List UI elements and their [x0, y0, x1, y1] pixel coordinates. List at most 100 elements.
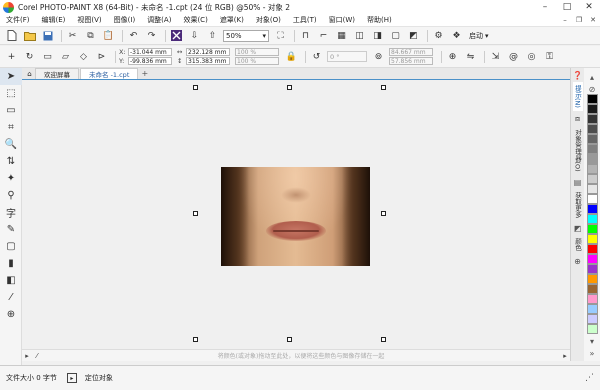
color-swatch[interactable] — [586, 314, 598, 324]
color-eyedropper-icon[interactable]: ⁄ — [0, 289, 22, 306]
selection-handle-bottom-right[interactable] — [381, 337, 386, 342]
color-swatch[interactable] — [586, 324, 598, 334]
eyedropper-icon[interactable]: ⁄ — [32, 352, 42, 360]
menu-help[interactable]: 帮助(H) — [367, 15, 392, 25]
scroll-right-icon[interactable]: ▸ — [560, 352, 570, 360]
color-swatch[interactable] — [586, 104, 598, 114]
paint-tool-icon[interactable]: ✎ — [0, 221, 22, 238]
color-swatch[interactable] — [586, 244, 598, 254]
new-document-icon[interactable] — [4, 29, 19, 43]
export-icon[interactable]: ⇧ — [205, 29, 220, 43]
rotation-center-icon[interactable]: ⊚ — [371, 50, 386, 64]
options-gear-icon[interactable]: ⚙ — [431, 29, 446, 43]
docker-tab-object-manager[interactable]: 对象管理器(O) — [573, 126, 583, 175]
home-icon[interactable]: ⌂ — [24, 68, 35, 79]
width-input[interactable]: 232.128 mm — [186, 48, 230, 56]
doc-restore-button[interactable]: ❐ — [572, 16, 586, 24]
y-position-input[interactable]: -99.836 mm — [128, 57, 172, 65]
full-screen-preview-icon[interactable]: ⛶ — [273, 29, 288, 43]
flip-icon[interactable]: ⇋ — [463, 50, 478, 64]
rectangle-mask-icon[interactable]: ▭ — [0, 102, 22, 119]
rulers-icon[interactable]: ⌐ — [316, 29, 331, 43]
lock-ratio-icon[interactable]: 🔒 — [284, 50, 299, 64]
redo-icon[interactable]: ↷ — [144, 29, 159, 43]
crosshair-icon[interactable]: ⊕ — [445, 50, 460, 64]
play-icon[interactable]: ▸ — [66, 373, 77, 383]
color-swatch[interactable] — [586, 264, 598, 274]
menu-adjust[interactable]: 调整(A) — [147, 15, 171, 25]
palette-scroll-down-icon[interactable]: ▾ — [590, 337, 594, 346]
scale-height-input[interactable]: 100 % — [235, 57, 279, 65]
docker-tab-get-more[interactable]: 获取更多 — [573, 189, 583, 221]
color-swatch[interactable] — [586, 114, 598, 124]
rotation-angle-input[interactable]: 0 ° — [327, 51, 367, 62]
tab-welcome-screen[interactable]: 欢迎屏幕 — [35, 68, 79, 79]
selection-handle-bottom-middle[interactable] — [287, 337, 292, 342]
docker-tab-color[interactable]: 颜色 — [573, 235, 583, 254]
color-swatch[interactable] — [586, 254, 598, 264]
color-swatch[interactable] — [586, 274, 598, 284]
perspective-mode-icon[interactable]: ⊳ — [94, 50, 109, 64]
save-icon[interactable] — [40, 29, 55, 43]
undo-icon[interactable]: ↶ — [126, 29, 141, 43]
face-photo-image[interactable] — [221, 167, 370, 266]
copy-icon[interactable]: ⧉ — [83, 29, 98, 43]
color-swatch[interactable] — [586, 174, 598, 184]
paste-icon[interactable]: 📋 — [101, 29, 116, 43]
menu-mask[interactable]: 遮罩(K) — [220, 15, 244, 25]
zoom-level-select[interactable]: 50% ▾ — [223, 29, 269, 42]
doc-minimize-button[interactable]: – — [558, 16, 572, 24]
launch-label[interactable]: 启动 — [469, 31, 483, 41]
menu-edit[interactable]: 编辑(E) — [42, 15, 66, 25]
doc-close-button[interactable]: ✕ — [586, 16, 600, 24]
color-swatch[interactable] — [586, 164, 598, 174]
application-launcher-icon[interactable]: ❖ — [449, 29, 464, 43]
object-marquee-icon[interactable]: ◩ — [406, 29, 421, 43]
pick-tool-icon[interactable]: ➤ — [0, 68, 22, 85]
height-input[interactable]: 315.383 mm — [186, 57, 230, 65]
transform-icon[interactable]: ⇲ — [488, 50, 503, 64]
zoom-tool-icon[interactable]: 🔍 — [0, 136, 22, 153]
color-swatch[interactable] — [586, 204, 598, 214]
selection-handle-top-middle[interactable] — [287, 85, 292, 90]
selection-handle-bottom-left[interactable] — [193, 337, 198, 342]
color-swatch[interactable] — [586, 294, 598, 304]
palette-scroll-up-icon[interactable]: ▴ — [590, 73, 594, 82]
transparency-tool-icon[interactable]: ◧ — [0, 272, 22, 289]
corel-connect-icon[interactable] — [169, 29, 184, 43]
cut-icon[interactable]: ✂ — [65, 29, 80, 43]
lock-object-icon[interactable]: ⚿ — [542, 50, 557, 64]
color-swatch[interactable] — [586, 124, 598, 134]
palette-menu-icon[interactable]: » — [590, 349, 595, 358]
mask-overlay-icon[interactable]: ◨ — [370, 29, 385, 43]
open-folder-icon[interactable] — [22, 29, 37, 43]
chevron-down-icon[interactable]: ▾ — [485, 32, 489, 40]
menu-window[interactable]: 窗口(W) — [329, 15, 355, 25]
add-tool-icon[interactable]: ⊕ — [0, 306, 22, 323]
color-swatch[interactable] — [586, 304, 598, 314]
scale-width-input[interactable]: 100 % — [235, 48, 279, 56]
menu-tools[interactable]: 工具(T) — [293, 15, 317, 25]
color-swatch[interactable] — [586, 234, 598, 244]
eyedropper-tool-icon[interactable]: ⇅ — [0, 153, 22, 170]
color-swatch[interactable] — [586, 154, 598, 164]
color-swatch[interactable] — [586, 94, 598, 104]
close-button[interactable]: ✕ — [578, 0, 600, 14]
minimize-button[interactable]: – — [534, 0, 556, 14]
spiral-icon[interactable]: @ — [506, 50, 521, 64]
touch-up-tool-icon[interactable]: ✦ — [0, 170, 22, 187]
selection-handle-top-right[interactable] — [381, 85, 386, 90]
menu-file[interactable]: 文件(F) — [6, 15, 30, 25]
add-tab-button[interactable]: + — [139, 68, 150, 79]
grid-icon[interactable]: ▦ — [334, 29, 349, 43]
image-canvas[interactable] — [22, 80, 570, 349]
color-swatch[interactable] — [586, 224, 598, 234]
object-width-input[interactable]: 84.667 mm — [389, 48, 433, 56]
crop-tool-icon[interactable]: ⌗ — [0, 119, 22, 136]
guidelines-icon[interactable]: ◫ — [352, 29, 367, 43]
resize-grip-icon[interactable]: ⋰ — [585, 373, 594, 383]
snap-to-icon[interactable]: ⊓ — [298, 29, 313, 43]
selection-handle-middle-right[interactable] — [381, 211, 386, 216]
selection-handle-top-left[interactable] — [193, 85, 198, 90]
color-swatch[interactable] — [586, 214, 598, 224]
